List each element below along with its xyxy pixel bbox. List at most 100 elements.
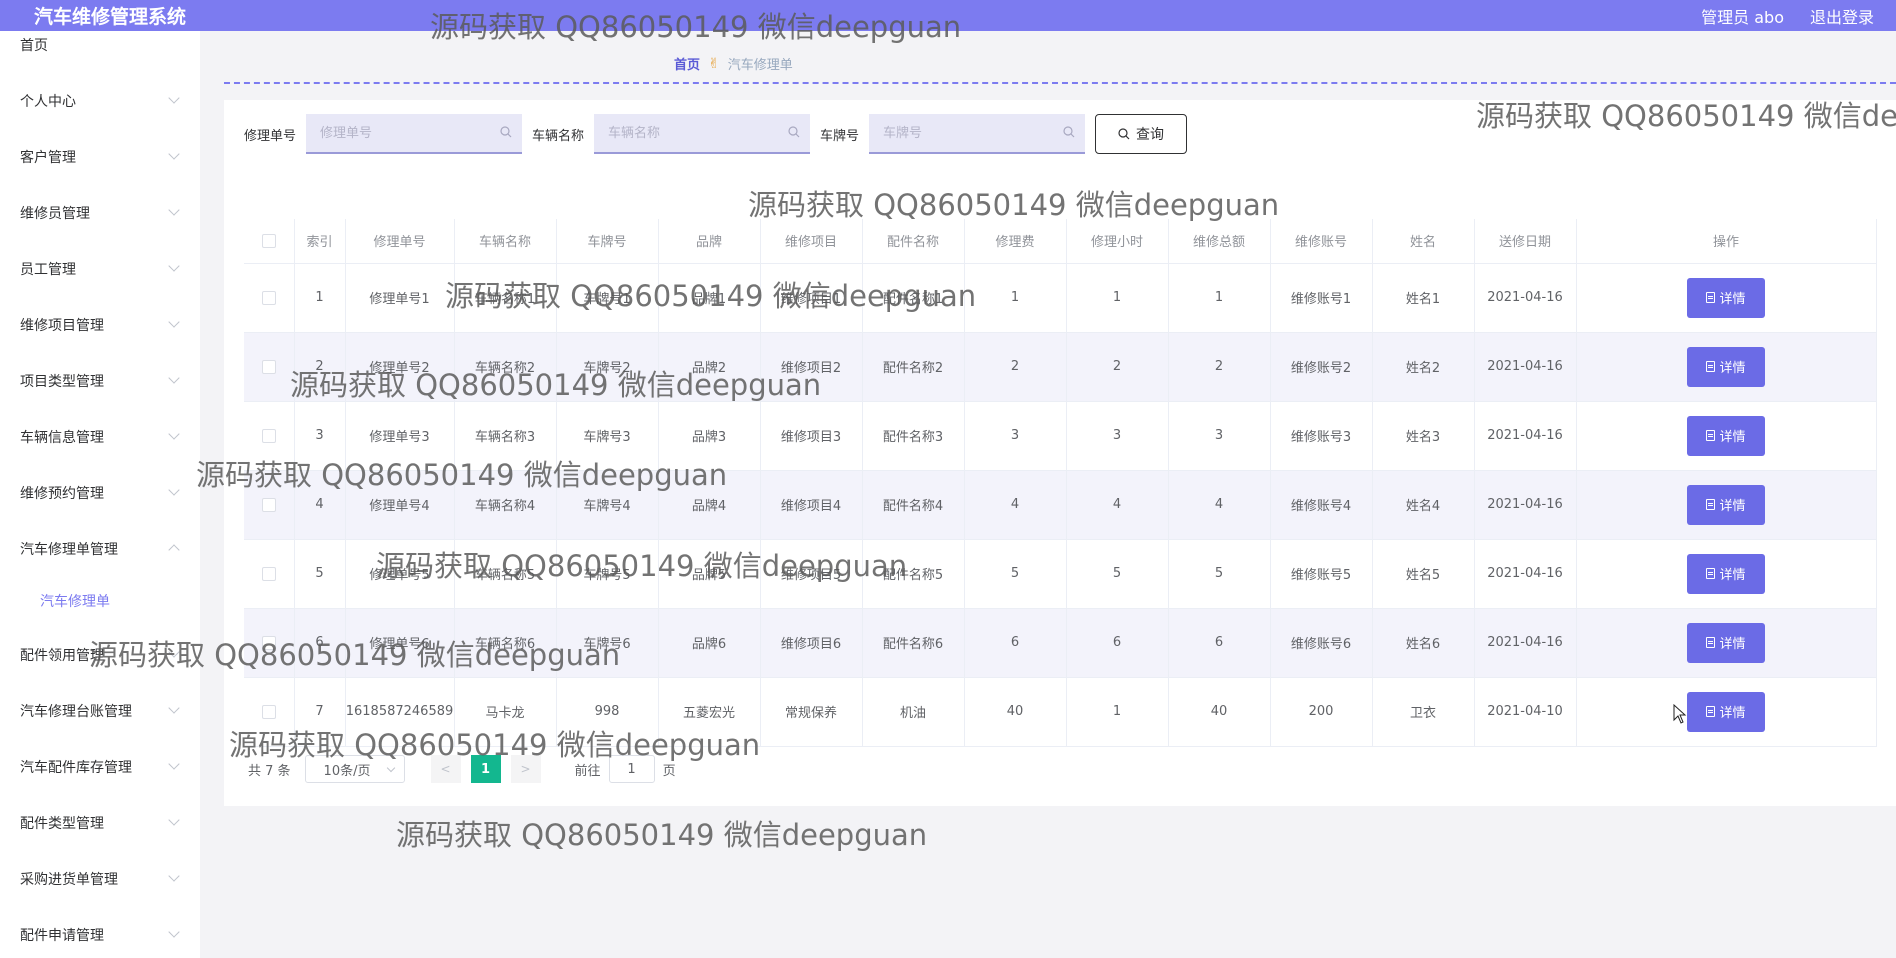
action-cell: 详情 <box>1576 401 1877 471</box>
table-cell: 2021-04-16 <box>1474 263 1577 333</box>
column-header: 维修账号 <box>1270 219 1373 264</box>
table-cell: 配件名称6 <box>862 608 965 678</box>
column-header: 车牌号 <box>556 219 659 264</box>
action-cell: 详情 <box>1576 470 1877 540</box>
table-cell: 修理单号4 <box>345 470 455 540</box>
detail-button-label: 详情 <box>1719 706 1746 721</box>
table-cell: 车辆名称1 <box>454 263 557 333</box>
vehicle-name-input[interactable] <box>594 114 811 152</box>
document-icon <box>1706 499 1716 510</box>
mouse-cursor-icon <box>1673 704 1687 724</box>
table-cell: 维修项目5 <box>760 539 863 609</box>
sidebar-item-vehicle-info[interactable]: 车辆信息管理 <box>0 417 200 457</box>
table-cell: 维修项目1 <box>760 263 863 333</box>
vehicle-name-field <box>594 114 811 154</box>
row-select-cell <box>244 677 295 747</box>
table-cell: 7 <box>294 677 346 747</box>
logout-link[interactable]: 退出登录 <box>1810 4 1874 28</box>
detail-button[interactable]: 详情 <box>1687 691 1765 732</box>
row-checkbox[interactable] <box>261 290 276 305</box>
table-cell: 品牌2 <box>658 332 761 402</box>
breadcrumb-home[interactable]: 首页 <box>674 54 700 73</box>
chevron-down-icon <box>168 484 180 496</box>
sidebar-item-label: 员工管理 <box>20 262 76 278</box>
row-select-cell <box>244 608 295 678</box>
row-checkbox[interactable] <box>261 704 276 719</box>
detail-button[interactable]: 详情 <box>1687 277 1765 318</box>
row-checkbox[interactable] <box>261 428 276 443</box>
sidebar-item-parts-requisition[interactable]: 配件领用管理 <box>0 635 200 675</box>
sidebar-item-repair-appointments[interactable]: 维修预约管理 <box>0 473 200 513</box>
detail-button[interactable]: 详情 <box>1687 346 1765 387</box>
table-cell: 2021-04-16 <box>1474 470 1577 540</box>
sidebar-item-label: 汽车修理单 <box>40 594 110 610</box>
admin-user-label[interactable]: 管理员 abo <box>1701 4 1784 28</box>
sidebar-item-repair-orders[interactable]: 汽车修理单管理 <box>0 529 200 569</box>
row-checkbox[interactable] <box>261 635 276 650</box>
table-cell: 2021-04-10 <box>1474 677 1577 747</box>
detail-button[interactable]: 详情 <box>1687 415 1765 456</box>
chevron-down-icon <box>168 428 180 440</box>
sidebar-item-personal-center[interactable]: 个人中心 <box>0 81 200 121</box>
sidebar-item-employees[interactable]: 员工管理 <box>0 249 200 289</box>
sidebar-item-parts-requests[interactable]: 配件申请管理 <box>0 915 200 955</box>
table-cell: 200 <box>1270 677 1373 747</box>
table-cell: 车辆名称5 <box>454 539 557 609</box>
document-icon <box>1706 430 1716 441</box>
row-select-cell <box>244 332 295 402</box>
plate-no-field <box>869 114 1086 154</box>
table-cell: 40 <box>1168 677 1271 747</box>
sidebar-item-project-types[interactable]: 项目类型管理 <box>0 361 200 401</box>
sidebar-item-repair-order-list[interactable]: 汽车修理单 <box>0 581 200 621</box>
sidebar-item-label: 客户管理 <box>20 150 76 166</box>
sidebar-item-home[interactable]: 首页 <box>0 25 200 65</box>
table-cell: 配件名称1 <box>862 263 965 333</box>
page-number-current[interactable]: 1 <box>470 755 501 783</box>
row-checkbox[interactable] <box>261 566 276 581</box>
column-header: 维修项目 <box>760 219 863 264</box>
sidebar-item-parts-types[interactable]: 配件类型管理 <box>0 803 200 843</box>
detail-button-label: 详情 <box>1719 637 1746 652</box>
detail-button[interactable]: 详情 <box>1687 622 1765 663</box>
table-cell: 6 <box>1066 608 1169 678</box>
row-checkbox[interactable] <box>261 359 276 374</box>
prev-page-button[interactable]: < <box>430 755 461 783</box>
row-checkbox[interactable] <box>261 497 276 512</box>
table-row: 6 修理单号6 车辆名称6 车牌号6 品牌6 维修项目6 配件名称6 6 6 6… <box>244 608 1877 678</box>
table-cell: 姓名4 <box>1372 470 1475 540</box>
sidebar-item-customers[interactable]: 客户管理 <box>0 137 200 177</box>
detail-button[interactable]: 详情 <box>1687 553 1765 594</box>
sidebar-item-repair-ledger[interactable]: 汽车修理台账管理 <box>0 691 200 731</box>
sidebar-item-label: 维修项目管理 <box>20 318 104 334</box>
next-page-button[interactable]: > <box>510 755 541 783</box>
sidebar-item-purchase-orders[interactable]: 采购进货单管理 <box>0 859 200 899</box>
order-no-input[interactable] <box>306 114 523 152</box>
table-cell: 维修项目4 <box>760 470 863 540</box>
table-cell: 998 <box>556 677 659 747</box>
sidebar-item-repairmen[interactable]: 维修员管理 <box>0 193 200 233</box>
page-size-select[interactable]: 10条/页 <box>304 755 405 783</box>
table-cell: 常规保养 <box>760 677 863 747</box>
table-cell: 1 <box>1168 263 1271 333</box>
table-cell: 品牌5 <box>658 539 761 609</box>
goto-page-input[interactable] <box>608 755 655 783</box>
table-cell: 五菱宏光 <box>658 677 761 747</box>
search-bar: 修理单号 车辆名称 车牌号 查询 <box>244 114 1188 154</box>
table-cell: 配件名称5 <box>862 539 965 609</box>
query-button[interactable]: 查询 <box>1095 114 1188 154</box>
table-cell: 6 <box>1168 608 1271 678</box>
select-all-cell <box>244 219 295 264</box>
column-header: 姓名 <box>1372 219 1475 264</box>
chevron-down-icon <box>386 763 395 773</box>
detail-button[interactable]: 详情 <box>1687 484 1765 525</box>
search-icon <box>788 126 800 138</box>
document-icon <box>1706 568 1716 579</box>
sidebar-item-repair-projects[interactable]: 维修项目管理 <box>0 305 200 345</box>
select-all-checkbox[interactable] <box>261 233 276 248</box>
table-cell: 品牌1 <box>658 263 761 333</box>
sidebar-item-parts-inventory[interactable]: 汽车配件库存管理 <box>0 747 200 787</box>
sidebar-item-label: 项目类型管理 <box>20 374 104 390</box>
table-cell: 卫衣 <box>1372 677 1475 747</box>
chevron-down-icon <box>168 926 180 938</box>
plate-no-input[interactable] <box>869 114 1086 152</box>
